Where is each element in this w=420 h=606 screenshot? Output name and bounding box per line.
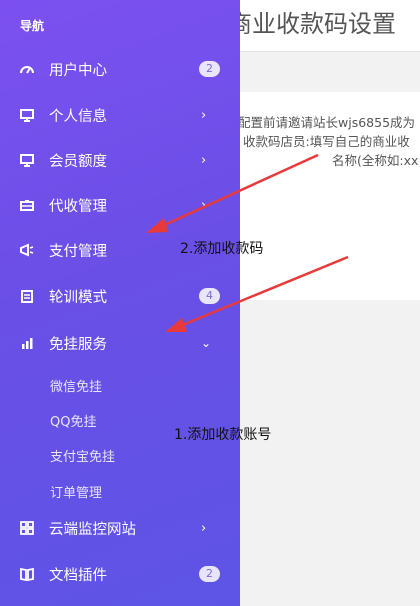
sidebar: 导航 用户中心 2 个人信息 › 会员额度 › 代收管理 › 支付管理 轮训模式… [0, 0, 240, 606]
sidebar-item-label: 支付管理 [49, 243, 107, 260]
sidebar-item-user-center[interactable]: 用户中心 2 [0, 49, 240, 89]
submenu-wechat-free-hosting[interactable]: 微信免挂 [50, 376, 102, 395]
chevron-down-icon: ⌄ [201, 336, 212, 350]
chevron-right-icon: › [201, 520, 207, 536]
chevron-right-icon: › [201, 107, 207, 123]
annotation-step-2: 2.添加收款码 [180, 241, 264, 257]
sidebar-item-label: 轮训模式 [49, 289, 107, 306]
annotation-step-1: 1.添加收款账号 [174, 427, 272, 443]
megaphone-icon [18, 241, 36, 259]
bar-chart-icon [18, 334, 36, 352]
panel-text-line-2: 收款码店员:填写自己的商业收 [243, 134, 410, 149]
monitor-icon [18, 151, 36, 169]
sidebar-item-label: 免挂服务 [49, 336, 107, 353]
sidebar-item-label: 文档插件 [49, 567, 107, 584]
sidebar-title: 导航 [20, 19, 45, 33]
chevron-right-icon: › [201, 152, 207, 168]
sidebar-item-collection-management[interactable]: 代收管理 › [0, 185, 240, 225]
page-title: 商业收款码设置 [228, 10, 396, 38]
count-badge: 2 [199, 61, 220, 77]
gauge-icon [18, 60, 36, 78]
sidebar-item-member-quota[interactable]: 会员额度 › [0, 140, 240, 180]
info-panel: 配置前请邀请站长wjs6855成为 收款码店员:填写自己的商业收 名称(全称如:… [232, 92, 420, 300]
sidebar-item-free-hosting-service[interactable]: 免挂服务 ⌄ [0, 323, 240, 363]
sidebar-item-polling-mode[interactable]: 轮训模式 4 [0, 276, 240, 316]
sidebar-item-label: 代收管理 [49, 198, 107, 215]
content-area [240, 300, 420, 606]
submenu-alipay-free-hosting[interactable]: 支付宝免挂 [50, 446, 115, 465]
monitor-icon [18, 106, 36, 124]
panel-text-line-3: 名称(全称如:xx [332, 153, 419, 168]
sidebar-item-personal-info[interactable]: 个人信息 › [0, 95, 240, 135]
grid-icon [18, 519, 36, 537]
sidebar-item-label: 用户中心 [49, 62, 107, 79]
book-icon [18, 565, 36, 583]
sidebar-item-label: 个人信息 [49, 108, 107, 125]
panel-text-line-1: 配置前请邀请站长wjs6855成为 [238, 115, 416, 130]
submenu-order-management[interactable]: 订单管理 [50, 482, 102, 501]
sidebar-item-cloud-monitoring[interactable]: 云端监控网站 › [0, 508, 240, 548]
sidebar-item-label: 会员额度 [49, 153, 107, 170]
sidebar-item-document-plugins[interactable]: 文档插件 2 [0, 554, 240, 594]
submenu-qq-free-hosting[interactable]: QQ免挂 [50, 411, 96, 430]
sidebar-item-label: 云端监控网站 [49, 521, 136, 538]
chevron-right-icon: › [201, 197, 207, 213]
briefcase-icon [18, 196, 36, 214]
calendar-icon [18, 287, 36, 305]
count-badge: 4 [199, 288, 220, 304]
count-badge: 2 [199, 566, 220, 582]
